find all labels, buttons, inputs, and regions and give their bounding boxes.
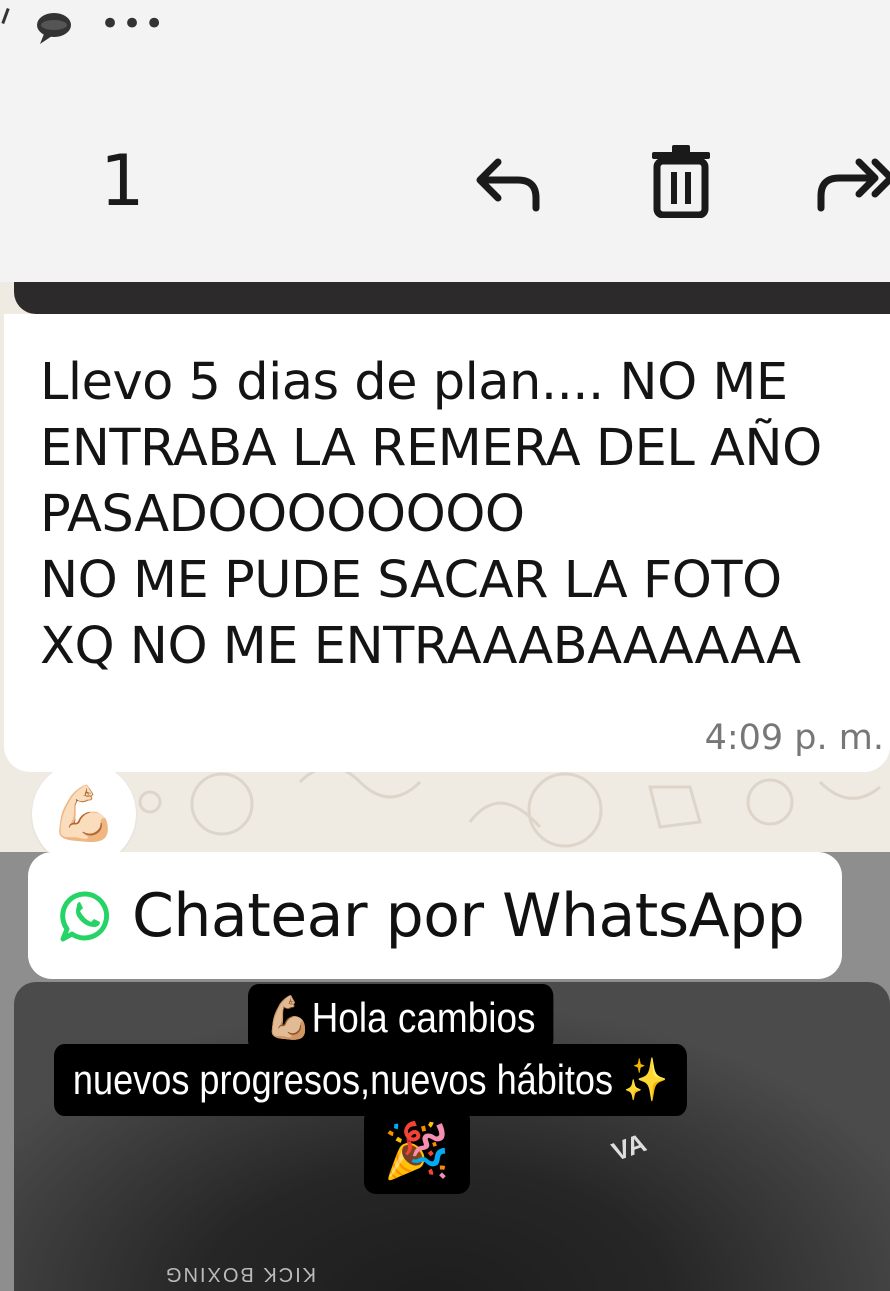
cta-label: Chatear por WhatsApp: [132, 880, 805, 951]
chat-bubble-icon: [37, 13, 71, 44]
story-caption: 💪🏼Hola cambios nuevos progresos,nuevos h…: [0, 982, 890, 1291]
story-photo-area: VA KICK BOXING 💪🏼Hola cambios nuevos pro…: [0, 982, 890, 1291]
caption-line-1: 💪🏼Hola cambios: [248, 984, 554, 1052]
message-reaction[interactable]: 💪🏻: [32, 762, 136, 866]
status-bar: •••: [0, 0, 890, 60]
more-dots-icon: •••: [100, 4, 167, 44]
selection-action-bar: 1: [0, 60, 890, 282]
message-text: Llevo 5 dias de plan.... NO ME ENTRABA L…: [40, 353, 822, 676]
selected-count: 1: [100, 140, 145, 222]
chat-whatsapp-button[interactable]: Chatear por WhatsApp: [28, 852, 842, 979]
signal-mark: [1, 7, 10, 25]
reply-icon[interactable]: [472, 152, 544, 212]
whatsapp-icon: [60, 890, 110, 941]
message-bubble[interactable]: Llevo 5 dias de plan.... NO ME ENTRABA L…: [4, 314, 890, 772]
chat-area: Llevo 5 dias de plan.... NO ME ENTRABA L…: [0, 282, 890, 866]
message-time: 4:09 p. m.: [704, 718, 884, 758]
forward-icon[interactable]: [815, 152, 890, 212]
caption-line-3: 🎉: [364, 1108, 470, 1194]
delete-icon[interactable]: [650, 144, 712, 218]
previous-photo-message[interactable]: [14, 282, 890, 314]
caption-line-2: nuevos progresos,nuevos hábitos ✨: [54, 1044, 688, 1116]
